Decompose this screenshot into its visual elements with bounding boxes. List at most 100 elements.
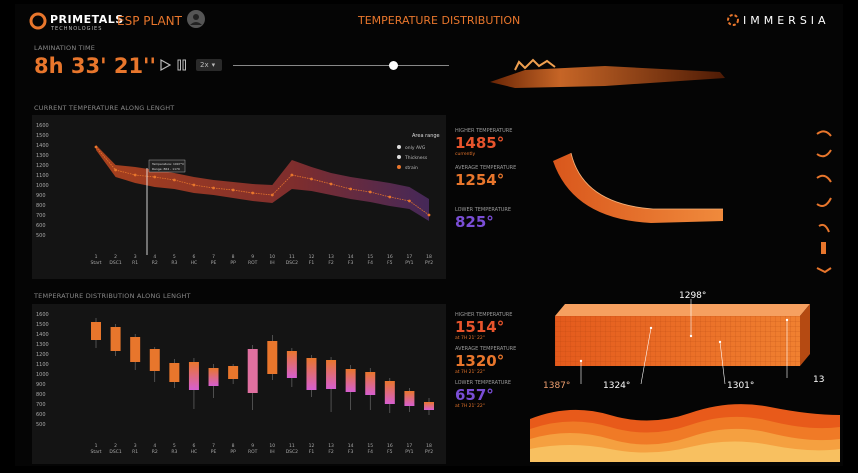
- y-tick-label: 1200: [36, 163, 49, 169]
- chart1-tooltip-line2: Range: 864 - 1179: [152, 167, 180, 171]
- x-tick-label: F4: [368, 260, 374, 266]
- section-thumb-6[interactable]: [821, 242, 826, 254]
- probe-4-value: 1344°: [813, 375, 825, 385]
- chart1-point[interactable]: [133, 173, 137, 177]
- legend-item-avg[interactable]: only AVG: [405, 145, 426, 151]
- box-bar[interactable]: [130, 337, 141, 362]
- box-bar[interactable]: [91, 322, 101, 340]
- plant-overview-render: [490, 58, 725, 88]
- box-bar[interactable]: [424, 402, 434, 410]
- chart1-point[interactable]: [408, 199, 411, 203]
- x-tick-label: F2: [328, 449, 334, 455]
- box-bar[interactable]: [247, 349, 258, 393]
- x-tick-label: HC: [191, 449, 198, 455]
- chart1-point[interactable]: [172, 178, 176, 182]
- section-thumb-7[interactable]: [816, 267, 832, 274]
- x-tick-label: PY1: [405, 260, 413, 266]
- speed-select[interactable]: 2x ▾: [196, 59, 222, 71]
- y-tick-label: 900: [36, 193, 46, 199]
- x-tick-label: Start: [91, 449, 102, 455]
- x-tick-number: 3: [134, 443, 137, 449]
- box-bar[interactable]: [149, 349, 160, 371]
- curved-slab-render: [553, 152, 723, 223]
- chart1-svg: 500 600 700 800 900 1000 1100 1200 1300 1400 1500 1…: [36, 123, 440, 266]
- stat1-high-value: 1485°: [455, 134, 505, 152]
- box-bar[interactable]: [110, 327, 121, 351]
- x-tick-number: 15: [367, 254, 373, 260]
- timeline-slider-thumb[interactable]: [388, 61, 398, 70]
- legend-dot-thickness[interactable]: [397, 155, 401, 159]
- legend-dot-strain[interactable]: [397, 165, 401, 169]
- section-thumb-2[interactable]: [816, 149, 832, 158]
- x-tick-number: 7: [212, 254, 215, 260]
- timeline-slider[interactable]: [233, 61, 449, 70]
- box-bar[interactable]: [404, 391, 415, 406]
- x-tick-number: 7: [212, 443, 215, 449]
- box-bar[interactable]: [267, 341, 278, 374]
- chart1-point[interactable]: [251, 191, 255, 195]
- chart1-point[interactable]: [388, 195, 392, 199]
- x-tick-label: F4: [368, 449, 374, 455]
- x-tick-label: F3: [348, 449, 354, 455]
- stat1-avg-value: 1254°: [455, 171, 505, 189]
- box-bar[interactable]: [365, 372, 376, 395]
- x-tick-label: R3: [171, 449, 177, 455]
- chart1-point[interactable]: [368, 190, 372, 194]
- box-bar[interactable]: [345, 369, 356, 392]
- x-tick-number: 4: [153, 254, 156, 260]
- legend-dot-avg[interactable]: [397, 145, 401, 149]
- x-tick-label: DSC1: [109, 260, 121, 266]
- chart1-point[interactable]: [270, 193, 274, 197]
- section-thumb-1[interactable]: [816, 130, 832, 137]
- play-icon[interactable]: [159, 59, 171, 71]
- chart1-point[interactable]: [231, 188, 235, 192]
- partner-logo: IMMERSIA: [743, 14, 830, 27]
- pause-icon[interactable]: [177, 59, 187, 71]
- chart1-point[interactable]: [192, 183, 196, 187]
- x-tick-label: R2: [152, 449, 158, 455]
- x-tick-number: 11: [289, 254, 295, 260]
- chart1-point[interactable]: [153, 175, 157, 179]
- box-bar[interactable]: [188, 362, 199, 390]
- box-bar[interactable]: [306, 358, 317, 390]
- lamination-time-label: LAMINATION TIME: [34, 44, 96, 52]
- y-tick-label: 900: [36, 382, 46, 388]
- legend-item-strain[interactable]: strain: [405, 165, 418, 171]
- chart1-point[interactable]: [427, 213, 431, 217]
- x-tick-label: R2: [152, 260, 158, 266]
- legend-item-thickness[interactable]: Thickness: [404, 155, 428, 161]
- y-tick-label: 1500: [36, 322, 49, 328]
- section-thumb-4[interactable]: [816, 197, 832, 207]
- x-tick-label: F5: [387, 260, 393, 266]
- chart1-point[interactable]: [114, 168, 117, 172]
- y-tick-label: 1400: [36, 143, 49, 149]
- chart1-point[interactable]: [94, 145, 98, 149]
- chart1-point[interactable]: [349, 187, 353, 191]
- x-tick-label: PY1: [405, 449, 413, 455]
- y-tick-label: 500: [36, 233, 46, 239]
- probe-top-value: 1298°: [679, 291, 706, 301]
- x-tick-number: 14: [348, 254, 354, 260]
- box-bar[interactable]: [384, 381, 395, 404]
- avatar-button[interactable]: [187, 10, 205, 28]
- y-tick-label: 1200: [36, 352, 49, 358]
- box-bar[interactable]: [169, 363, 180, 382]
- page-title: TEMPERATURE DISTRIBUTION: [358, 14, 521, 27]
- box-bar[interactable]: [228, 366, 239, 379]
- section-thumbnails: [816, 130, 832, 274]
- y-tick-label: 1300: [36, 342, 49, 348]
- chart1-title: CURRENT TEMPERATURE ALONG LENGHT: [34, 104, 175, 112]
- section-thumb-5[interactable]: [818, 223, 830, 233]
- box-bar[interactable]: [326, 360, 337, 389]
- box-bar[interactable]: [208, 368, 219, 386]
- section-thumb-3[interactable]: [816, 174, 832, 183]
- chart1-point[interactable]: [290, 173, 294, 177]
- chart1-point[interactable]: [212, 186, 215, 190]
- chart1-point[interactable]: [310, 177, 313, 181]
- chart1-point[interactable]: [329, 182, 333, 186]
- y-tick-label: 700: [36, 402, 46, 408]
- box-bar[interactable]: [286, 351, 297, 378]
- x-tick-number: 10: [269, 443, 275, 449]
- x-tick-number: 4: [153, 443, 156, 449]
- stat2-high-note: at 7H 21' 22'': [455, 336, 486, 341]
